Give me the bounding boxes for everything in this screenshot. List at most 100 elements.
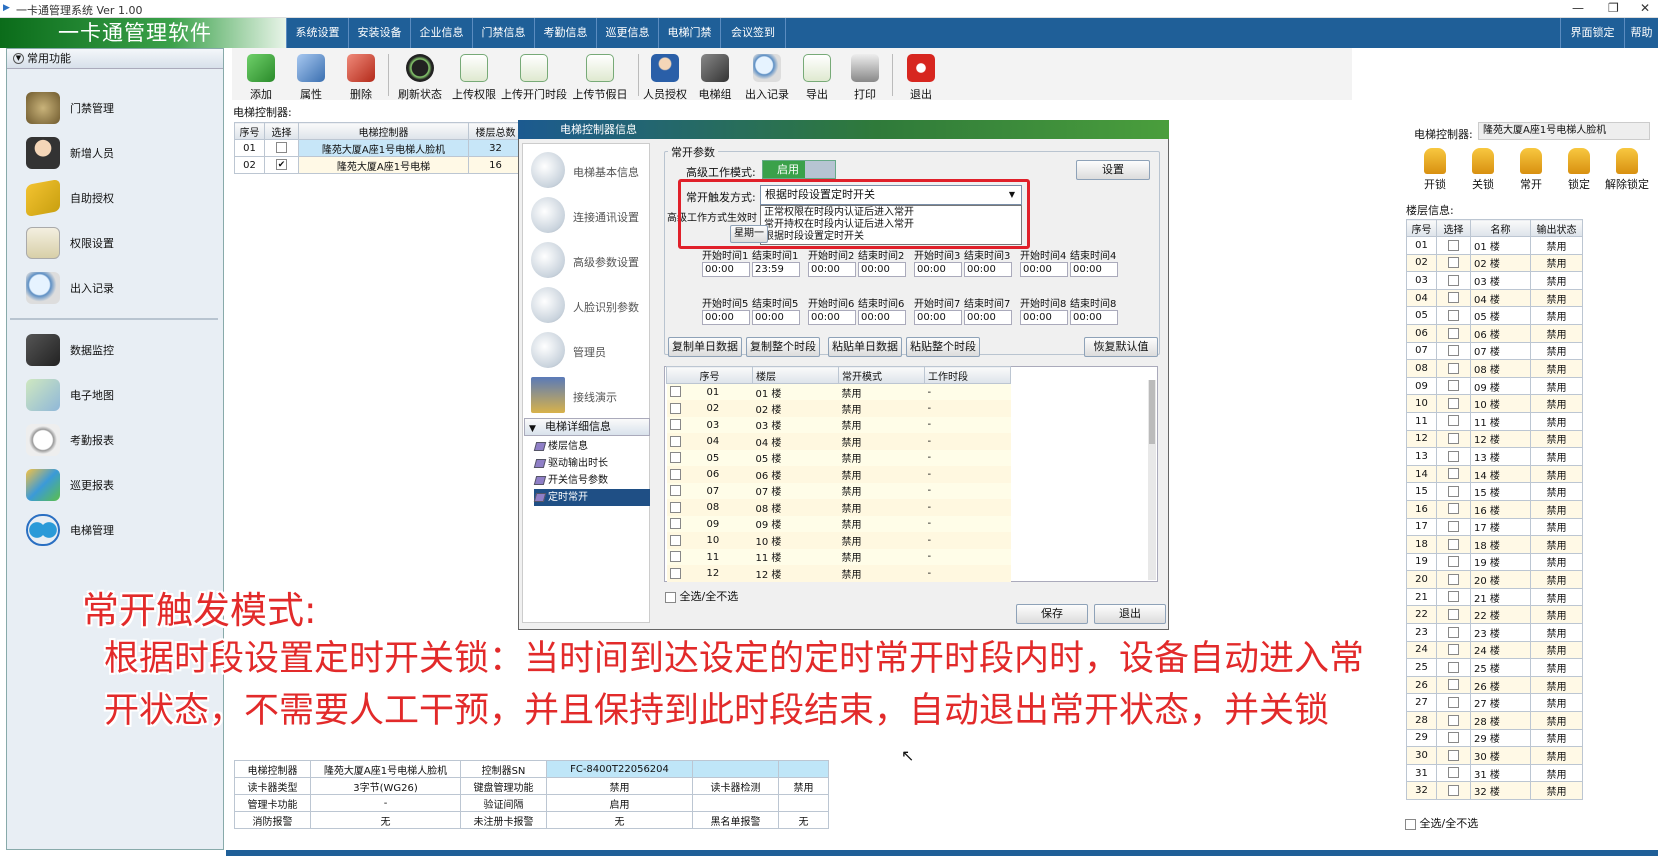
restore-default-button[interactable]: 恢复默认值 [1084, 337, 1158, 357]
row-checkbox[interactable] [1448, 767, 1459, 779]
time-input[interactable]: 00:00 [752, 310, 800, 325]
row-checkbox-cell[interactable] [1436, 429, 1471, 449]
row-checkbox-cell[interactable] [1436, 517, 1471, 537]
row-checkbox-cell[interactable] [1436, 271, 1471, 290]
sidebar-item-attendance-report[interactable]: 考勤报表 [22, 420, 212, 460]
table-row[interactable]: 30 30 楼禁用 [1406, 746, 1583, 765]
menu-meeting-signin[interactable]: 会议签到 [720, 18, 786, 48]
menu-elevator-access[interactable]: 电梯门禁 [658, 18, 720, 48]
row-checkbox[interactable] [1448, 714, 1459, 726]
table-row[interactable]: 18 18 楼禁用 [1406, 535, 1583, 554]
row-checkbox[interactable] [1448, 433, 1459, 445]
access-records-button[interactable]: 出入记录 [740, 50, 794, 101]
row-checkbox-cell[interactable] [1436, 781, 1471, 800]
table-row[interactable]: 01 01 楼禁用 [1406, 236, 1583, 255]
row-checkbox-cell[interactable] [1436, 711, 1471, 730]
table-row[interactable]: 23 23 楼禁用 [1406, 623, 1583, 642]
row-checkbox-cell[interactable] [1436, 763, 1471, 783]
row-checkbox-cell[interactable] [1436, 236, 1471, 255]
table-row[interactable]: 26 26 楼禁用 [1406, 675, 1583, 695]
select-all-checkbox[interactable] [665, 591, 676, 603]
row-checkbox[interactable] [1448, 485, 1459, 497]
tree-node-drive-output[interactable]: 驱动输出时长 [533, 455, 650, 472]
paste-day-button[interactable]: 粘贴单日数据 [828, 337, 902, 357]
menu-attendance-info[interactable]: 考勤信息 [534, 18, 596, 48]
row-checkbox[interactable] [1448, 609, 1459, 621]
list-item[interactable]: 09 09 楼禁用 - [666, 515, 1011, 532]
table-row[interactable]: 17 17 楼禁用 [1406, 517, 1583, 537]
time-input[interactable]: 00:00 [702, 262, 750, 277]
row-checkbox-cell[interactable] [1436, 482, 1471, 501]
menu-help[interactable]: 帮助 [1624, 18, 1658, 48]
row-checkbox-cell[interactable] [1436, 728, 1471, 748]
sidebar-item-permission[interactable]: 权限设置 [22, 223, 212, 263]
sidebar-item-map[interactable]: 电子地图 [22, 375, 212, 415]
sidebar-item-monitor[interactable]: 数据监控 [22, 330, 212, 370]
row-checkbox-cell[interactable] [1436, 640, 1471, 660]
row-checkbox-cell[interactable] [1436, 394, 1471, 413]
table-row[interactable]: 02 隆苑大厦A座1号电梯 16 [234, 156, 523, 174]
table-row[interactable]: 32 32 楼禁用 [1406, 781, 1583, 800]
nav-connection[interactable]: 连接通讯设置 [527, 195, 647, 235]
tree-node-timed-open[interactable]: 定时常开 [533, 489, 650, 506]
add-button[interactable]: 添加 [236, 50, 286, 101]
tree-node-floor-info[interactable]: 楼层信息 [533, 438, 650, 455]
time-input[interactable]: 00:00 [1020, 262, 1068, 277]
minimize-button[interactable]: — [1572, 1, 1584, 15]
time-input[interactable]: 00:00 [858, 310, 906, 325]
sidebar-item-patrol-report[interactable]: 巡更报表 [22, 465, 212, 505]
row-checkbox[interactable] [1448, 450, 1459, 462]
row-checkbox-cell[interactable] [1436, 376, 1471, 396]
menu-lock-screen[interactable]: 界面锁定 [1560, 18, 1624, 48]
time-input[interactable]: 00:00 [808, 262, 856, 277]
tree-node-switch-signal[interactable]: 开关信号参数 [533, 472, 650, 489]
row-checkbox-cell[interactable] [1436, 341, 1471, 361]
nav-basic-info[interactable]: 电梯基本信息 [527, 150, 647, 190]
row-checkbox[interactable] [1448, 591, 1459, 603]
release-lock-button[interactable]: 解除锁定 [1604, 144, 1650, 194]
row-checkbox[interactable] [669, 386, 681, 398]
menu-install-device[interactable]: 安装设备 [348, 18, 410, 48]
row-checkbox-cell[interactable] [1436, 675, 1471, 695]
row-checkbox[interactable] [669, 468, 681, 480]
row-checkbox-cell[interactable] [1436, 464, 1471, 484]
row-checkbox[interactable] [669, 402, 681, 414]
table-row[interactable]: 22 22 楼禁用 [1406, 605, 1583, 625]
row-checkbox[interactable] [276, 159, 287, 171]
row-checkbox[interactable] [669, 485, 681, 496]
table-row[interactable]: 28 28 楼禁用 [1406, 711, 1583, 730]
lock-button[interactable]: 关锁 [1460, 144, 1506, 194]
row-checkbox[interactable] [1448, 292, 1459, 304]
row-checkbox-cell[interactable] [1436, 447, 1471, 466]
row-checkbox-cell[interactable] [264, 139, 299, 157]
person-auth-button[interactable]: 人员授权 [640, 50, 690, 101]
print-button[interactable]: 打印 [844, 50, 886, 101]
time-input[interactable]: 00:00 [858, 262, 906, 277]
paste-period-button[interactable]: 粘贴整个时段 [906, 337, 980, 357]
row-checkbox[interactable] [1448, 327, 1459, 339]
row-checkbox[interactable] [1448, 644, 1459, 656]
menu-system-settings[interactable]: 系统设置 [286, 18, 348, 48]
copy-day-button[interactable]: 复制单日数据 [668, 337, 742, 357]
row-checkbox-cell[interactable] [1436, 623, 1471, 642]
list-item[interactable]: 04 04 楼禁用 - [666, 433, 1011, 450]
table-row[interactable]: 20 20 楼禁用 [1406, 570, 1583, 589]
table-row[interactable]: 10 10 楼禁用 [1406, 394, 1583, 413]
table-row[interactable]: 19 19 楼禁用 [1406, 552, 1583, 572]
row-checkbox[interactable] [1448, 257, 1459, 269]
row-checkbox-cell[interactable] [1436, 499, 1471, 519]
upload-holiday-button[interactable]: 上传节假日 [572, 50, 628, 101]
export-button[interactable]: 导出 [796, 50, 838, 101]
row-checkbox-cell[interactable] [1436, 323, 1471, 343]
row-checkbox[interactable] [1448, 784, 1459, 796]
row-checkbox[interactable] [669, 534, 681, 546]
normal-open-button[interactable]: 常开 [1508, 144, 1554, 194]
table-row[interactable]: 05 05 楼禁用 [1406, 306, 1583, 325]
table-row[interactable]: 15 15 楼禁用 [1406, 482, 1583, 501]
lockdown-button[interactable]: 锁定 [1556, 144, 1602, 194]
upload-open-time-button[interactable]: 上传开门时段 [500, 50, 568, 101]
time-input[interactable]: 00:00 [914, 262, 962, 277]
sidebar-header[interactable]: ▼ 常用功能 [7, 49, 223, 69]
sidebar-item-new-person[interactable]: 新增人员 [22, 133, 212, 173]
row-checkbox-cell[interactable] [1436, 359, 1471, 378]
